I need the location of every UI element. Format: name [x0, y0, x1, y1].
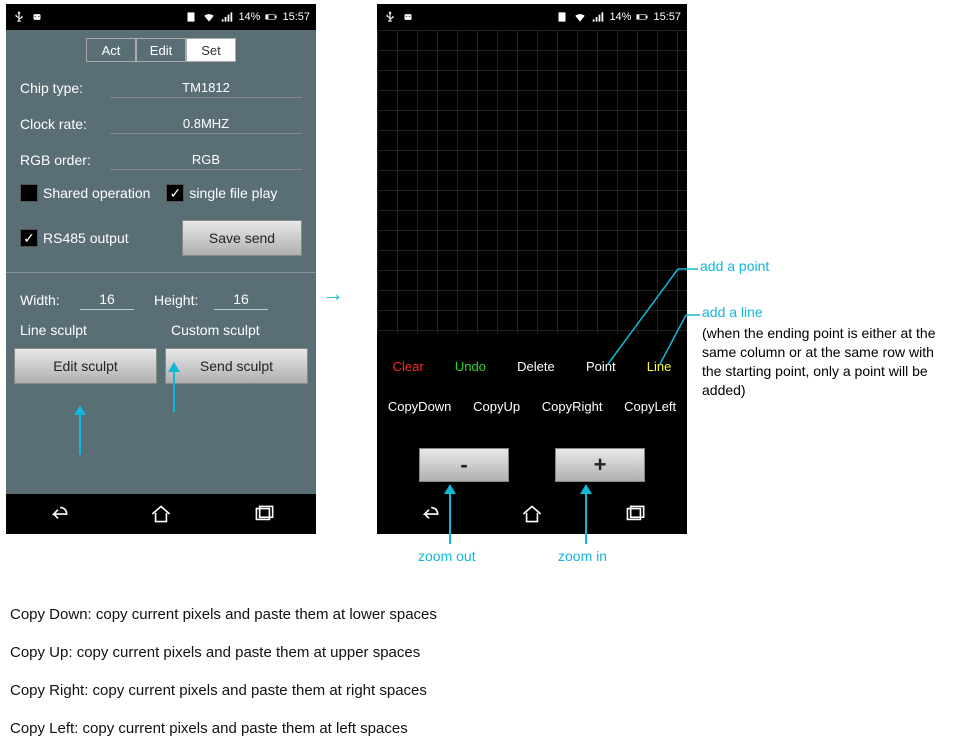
- copy-down-button[interactable]: CopyDown: [384, 395, 456, 418]
- signal-icon: [220, 10, 234, 24]
- tab-edit[interactable]: Edit: [136, 38, 186, 62]
- single-file-label: single file play: [189, 185, 277, 201]
- recent-icon[interactable]: [251, 501, 277, 527]
- rgb-order-label: RGB order:: [20, 152, 110, 168]
- recent-icon[interactable]: [622, 501, 648, 527]
- zoom-in-annotation: zoom in: [558, 548, 607, 564]
- tab-set[interactable]: Set: [186, 38, 236, 62]
- battery-icon: [635, 10, 649, 24]
- back-icon[interactable]: [45, 501, 71, 527]
- height-input[interactable]: 16: [214, 289, 268, 310]
- arrow-up-icon: [70, 405, 90, 455]
- height-label: Height:: [154, 292, 214, 308]
- statusbar: 14% 15:57: [377, 4, 687, 30]
- clock-rate-label: Clock rate:: [20, 116, 110, 132]
- tab-row: Act Edit Set: [6, 30, 316, 70]
- doc-copy-up: Copy Up: copy current pixels and paste t…: [10, 644, 420, 661]
- home-icon[interactable]: [519, 501, 545, 527]
- send-sculpt-button[interactable]: Send sculpt: [165, 348, 308, 384]
- time-text: 15:57: [282, 11, 310, 23]
- sim-icon: [184, 10, 198, 24]
- time-text: 15:57: [653, 11, 681, 23]
- doc-copy-down: Copy Down: copy current pixels and paste…: [10, 606, 437, 623]
- shared-op-label: Shared operation: [43, 185, 150, 201]
- rgb-order-row: RGB order: RGB: [6, 142, 316, 178]
- width-label: Width:: [20, 292, 80, 308]
- clock-rate-value[interactable]: 0.8MHZ: [110, 114, 302, 134]
- statusbar: 14% 15:57: [6, 4, 316, 30]
- back-icon[interactable]: [416, 501, 442, 527]
- chip-type-row: Chip type: TM1812: [6, 70, 316, 106]
- android-navbar: [377, 494, 687, 534]
- battery-icon: [264, 10, 278, 24]
- robot-icon: [30, 10, 44, 24]
- copy-up-button[interactable]: CopyUp: [469, 395, 524, 418]
- signal-icon: [591, 10, 605, 24]
- rgb-order-value[interactable]: RGB: [110, 150, 302, 170]
- divider: [6, 272, 316, 273]
- rs485-label: RS485 output: [43, 230, 129, 246]
- copy-left-button[interactable]: CopyLeft: [620, 395, 680, 418]
- add-line-annotation: add a line: [702, 304, 763, 320]
- chip-type-value[interactable]: TM1812: [110, 78, 302, 98]
- zoom-in-button[interactable]: +: [555, 448, 645, 482]
- sim-icon: [555, 10, 569, 24]
- checkbox-checked-icon: ✓: [166, 184, 184, 202]
- wifi-icon: [202, 10, 216, 24]
- arrow-right-icon: →: [322, 281, 344, 307]
- left-phone-screenshot: 14% 15:57 Act Edit Set Chip type: TM1812…: [6, 4, 316, 534]
- clear-button[interactable]: Clear: [389, 355, 428, 378]
- checkbox-checked-icon: ✓: [20, 229, 38, 247]
- rs485-check[interactable]: ✓ RS485 output: [20, 229, 129, 247]
- android-navbar: [6, 494, 316, 534]
- save-send-button[interactable]: Save send: [182, 220, 302, 256]
- checkbox-unchecked-icon: [20, 184, 38, 202]
- usb-icon: [12, 10, 26, 24]
- usb-icon: [383, 10, 397, 24]
- copy-right-button[interactable]: CopyRight: [538, 395, 607, 418]
- robot-icon: [401, 10, 415, 24]
- clock-rate-row: Clock rate: 0.8MHZ: [6, 106, 316, 142]
- tab-act[interactable]: Act: [86, 38, 136, 62]
- shared-operation-check[interactable]: Shared operation: [20, 184, 150, 202]
- doc-copy-right: Copy Right: copy current pixels and past…: [10, 682, 427, 699]
- arrow-up-icon: [440, 484, 460, 544]
- custom-sculpt-label: Custom sculpt: [151, 322, 302, 338]
- edit-sculpt-button[interactable]: Edit sculpt: [14, 348, 157, 384]
- add-line-note: (when the ending point is either at the …: [702, 324, 952, 400]
- delete-button[interactable]: Delete: [513, 355, 559, 378]
- battery-text: 14%: [238, 11, 260, 23]
- doc-copy-left: Copy Left: copy current pixels and paste…: [10, 720, 408, 737]
- arrow-up-icon: [576, 484, 596, 544]
- undo-button[interactable]: Undo: [451, 355, 490, 378]
- chip-type-label: Chip type:: [20, 80, 110, 96]
- line-sculpt-label: Line sculpt: [20, 322, 151, 338]
- wifi-icon: [573, 10, 587, 24]
- zoom-out-button[interactable]: -: [419, 448, 509, 482]
- copy-actions-row: CopyDown CopyUp CopyRight CopyLeft: [377, 395, 687, 418]
- battery-text: 14%: [609, 11, 631, 23]
- add-point-annotation: add a point: [700, 258, 769, 274]
- annotation-line: [660, 310, 700, 368]
- home-icon[interactable]: [148, 501, 174, 527]
- arrow-up-icon: [164, 362, 184, 412]
- zoom-out-annotation: zoom out: [418, 548, 476, 564]
- single-file-check[interactable]: ✓ single file play: [166, 184, 277, 202]
- width-input[interactable]: 16: [80, 289, 134, 310]
